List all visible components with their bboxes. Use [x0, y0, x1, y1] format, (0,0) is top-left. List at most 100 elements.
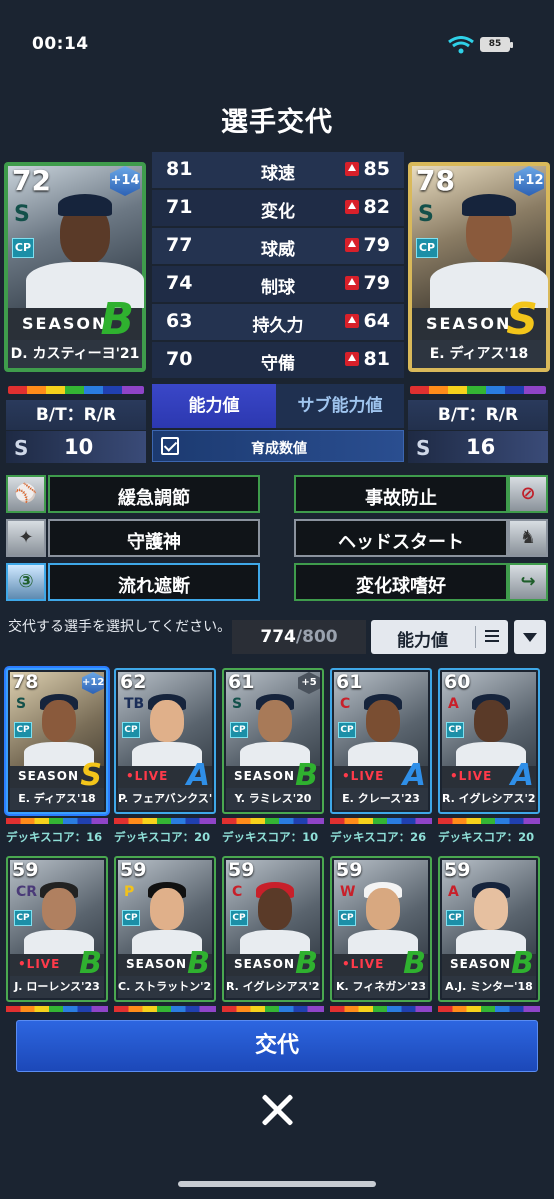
sort-button[interactable]: 能力値: [371, 620, 508, 654]
series-label: SEASON: [426, 314, 512, 333]
candidate-card[interactable]: 59 C CP SEASON B R. イグレシアス'20: [222, 856, 324, 1002]
card-name: R. イグレシアス'23: [442, 788, 536, 810]
growth-label: 育成数値: [251, 441, 307, 457]
runner-icon: ♞: [508, 519, 548, 557]
swap-button[interactable]: 交代: [16, 1020, 538, 1072]
shield-3-icon: ③: [6, 563, 46, 601]
stat-row: 81 球速 85: [152, 152, 404, 188]
card-ovr: 60: [444, 671, 471, 693]
right-player-card: 78 +12 S CP SEASON S E. ディアス'18: [408, 162, 550, 372]
no-injury-icon: ⊘: [508, 475, 548, 513]
candidate-card[interactable]: 78 +12 S CP SEASON S E. ディアス'18: [6, 668, 108, 814]
up-arrow-icon: [345, 238, 359, 252]
salary-box: S 16: [408, 431, 548, 463]
card-name: Y. ラミレス'20: [226, 788, 320, 810]
wings-icon: ✦: [6, 519, 46, 557]
score-max: 800: [302, 627, 338, 647]
skill-right-1[interactable]: 事故防止: [294, 475, 508, 513]
cp-badge: CP: [230, 722, 248, 738]
candidate-card[interactable]: 61 +5 S CP SEASON B Y. ラミレス'20: [222, 668, 324, 814]
close-icon[interactable]: [257, 1088, 297, 1132]
chevron-down-icon[interactable]: [514, 620, 546, 654]
rating-bar: [438, 1006, 540, 1012]
cp-badge: CP: [446, 910, 464, 926]
up-arrow-icon: [345, 314, 359, 328]
skill-right-2[interactable]: ヘッドスタート: [294, 519, 508, 557]
skill-right-3[interactable]: 変化球嗜好: [294, 563, 508, 601]
tab-sub-ability[interactable]: サブ能力値: [276, 384, 404, 428]
candidate-card[interactable]: 62 TB CP •LIVE A P. フェアバンクス'23: [114, 668, 216, 814]
sort-label: 能力値: [397, 631, 448, 651]
skill-left-3[interactable]: 流れ遮断: [48, 563, 260, 601]
growth-checkbox[interactable]: 育成数値: [152, 430, 404, 462]
overall-rating: 72: [12, 164, 51, 197]
rating-bar: [438, 818, 540, 824]
rating-bar: [114, 818, 216, 824]
team-logo-icon: P: [124, 884, 135, 900]
candidate-card[interactable]: 59 A CP SEASON B A.J. ミンター'18: [438, 856, 540, 1002]
series-label: •LIVE: [342, 769, 385, 783]
pitcher-icon: ⚾: [6, 475, 46, 513]
card-name: P. フェアバンクス'23: [118, 788, 212, 810]
tab-ability[interactable]: 能力値: [152, 384, 276, 428]
series-label: SEASON: [234, 957, 296, 971]
cp-badge: CP: [122, 722, 140, 738]
series-label: SEASON: [18, 769, 80, 783]
select-instruction: 交代する選手を選択してください。: [8, 619, 232, 635]
series-label: SEASON: [450, 957, 512, 971]
series-band: SEASON S: [412, 294, 546, 345]
salary-icon: S: [416, 436, 431, 460]
series-label: SEASON: [22, 314, 108, 333]
team-logo-icon: S: [16, 696, 27, 712]
team-logo-icon: A: [448, 884, 459, 900]
skill-left-1[interactable]: 緩急調節: [48, 475, 260, 513]
candidate-card[interactable]: 60 A CP •LIVE A R. イグレシアス'23: [438, 668, 540, 814]
stat-row: 74 制球 79: [152, 266, 404, 302]
salary-value: 10: [64, 435, 94, 459]
home-indicator[interactable]: [178, 1181, 376, 1187]
wifi-icon: [448, 36, 474, 54]
series-label: SEASON: [234, 769, 296, 783]
rating-bar: [114, 1006, 216, 1012]
card-name: A.J. ミンター'18: [442, 976, 536, 998]
card-ovr: 59: [12, 859, 39, 881]
candidate-card[interactable]: 59 W CP •LIVE B K. フィネガン'23: [330, 856, 432, 1002]
skill-label: 事故防止: [365, 488, 437, 509]
cp-badge: CP: [416, 238, 438, 258]
salary-icon: S: [14, 436, 29, 460]
stat-right: 81: [363, 348, 390, 370]
rating-bar: [222, 818, 324, 824]
skill-label: 変化球嗜好: [356, 576, 446, 597]
rating-bar: [8, 386, 144, 394]
skill-label: ヘッドスタート: [338, 532, 464, 553]
series-label: •LIVE: [18, 957, 61, 971]
card-name: J. ローレンス'23: [10, 976, 104, 998]
team-logo-icon: C: [232, 884, 243, 900]
player-name: D. カスティーヨ'21: [8, 340, 142, 368]
up-arrow-icon: [345, 200, 359, 214]
up-arrow-icon: [345, 276, 359, 290]
left-player-card: 72 +14 S CP SEASON B D. カスティーヨ'21: [4, 162, 146, 372]
salary-value: 16: [466, 435, 496, 459]
bat-throw: B/T：R/R: [408, 400, 548, 430]
overall-rating: 78: [416, 164, 455, 197]
candidate-card[interactable]: 59 CR CP •LIVE B J. ローレンス'23: [6, 856, 108, 1002]
series-band: SEASON B: [8, 294, 142, 345]
card-ovr: 62: [120, 671, 147, 693]
cp-badge: CP: [338, 722, 356, 738]
candidate-card[interactable]: 61 C CP •LIVE A E. クレース'23: [330, 668, 432, 814]
rating-bar: [222, 1006, 324, 1012]
card-ovr: 61: [336, 671, 363, 693]
skill-left-2[interactable]: 守護神: [48, 519, 260, 557]
grade-letter: S: [506, 294, 538, 345]
rating-bar: [6, 1006, 108, 1012]
candidate-card[interactable]: 59 P CP SEASON B C. ストラットン'21: [114, 856, 216, 1002]
card-name: E. クレース'23: [334, 788, 428, 810]
cp-badge: CP: [122, 910, 140, 926]
team-logo-icon: TB: [124, 696, 145, 712]
skill-label: 流れ遮断: [118, 576, 190, 597]
rating-bar: [330, 818, 432, 824]
list-icon: [485, 630, 499, 632]
cp-badge: CP: [338, 910, 356, 926]
cp-badge: CP: [14, 722, 32, 738]
